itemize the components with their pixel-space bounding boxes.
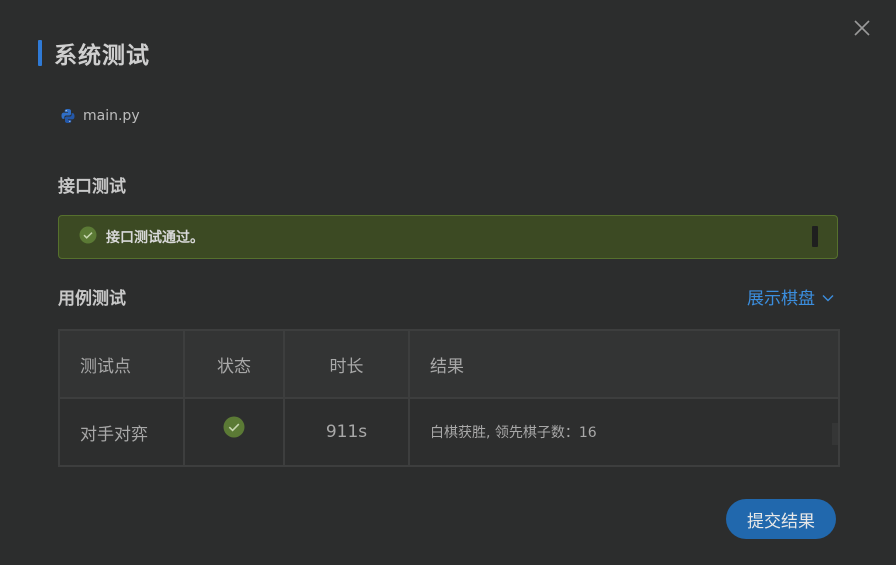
dialog-header: 系统测试 — [38, 36, 150, 70]
api-test-success-alert: 接口测试通过。 — [58, 215, 838, 259]
case-results-table: 测试点 状态 时长 结果 对手对弈 911s 白棋获胜, 领先棋子数：16 — [58, 329, 840, 467]
duration-cell: 911s — [283, 397, 410, 467]
column-header-test-point: 测试点 — [58, 329, 185, 399]
column-header-status: 状态 — [183, 329, 285, 399]
table-row: 对手对弈 911s 白棋获胜, 领先棋子数：16 — [58, 397, 840, 467]
result-text: 白棋获胜, 领先棋子数：16 — [430, 425, 597, 441]
close-icon[interactable] — [852, 18, 872, 38]
submit-results-button[interactable]: 提交结果 — [726, 499, 836, 539]
column-header-result: 结果 — [408, 329, 840, 399]
check-circle-icon — [79, 226, 97, 248]
result-cell: 白棋获胜, 领先棋子数：16 — [408, 397, 840, 467]
table-header-row: 测试点 状态 时长 结果 — [58, 329, 840, 399]
test-point-cell: 对手对弈 — [58, 397, 185, 467]
check-circle-icon — [223, 416, 245, 442]
chevron-down-icon — [815, 287, 834, 307]
status-cell — [183, 397, 285, 467]
case-test-heading: 用例测试 — [58, 289, 126, 309]
result-scrollbar[interactable] — [832, 423, 838, 445]
show-board-label: 展示棋盘 — [747, 289, 815, 309]
file-item: main.py — [60, 108, 140, 124]
dialog-title: 系统测试 — [54, 43, 150, 69]
column-header-duration: 时长 — [283, 329, 410, 399]
file-name[interactable]: main.py — [83, 108, 140, 124]
api-test-message: 接口测试通过。 — [106, 230, 204, 246]
title-accent-bar — [38, 40, 42, 66]
system-test-dialog: 系统测试 main.py 接口测试 接口测试通过。 用例测试 展示棋盘 测试点 … — [0, 0, 896, 565]
api-test-heading: 接口测试 — [58, 177, 126, 197]
show-board-toggle[interactable]: 展示棋盘 — [747, 284, 834, 309]
alert-scrollbar[interactable] — [812, 226, 818, 247]
python-icon — [60, 108, 76, 124]
